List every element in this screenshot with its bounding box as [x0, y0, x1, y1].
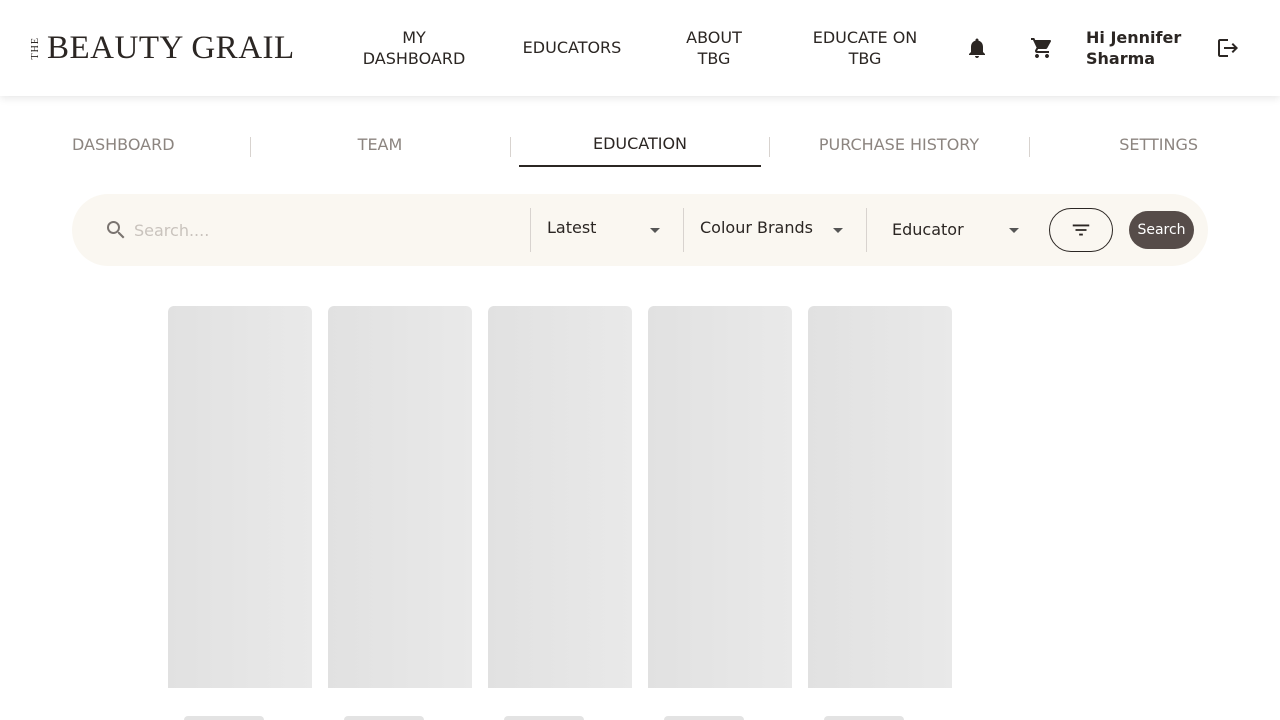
- nav-about-tbg[interactable]: ABOUT TBG: [674, 27, 754, 69]
- account-tabs: DASHBOARD TEAM EDUCATION PURCHASE HISTOR…: [0, 122, 1280, 172]
- tab-divider: [250, 137, 251, 157]
- sort-select[interactable]: Latest: [547, 218, 667, 237]
- search-input[interactable]: [134, 216, 514, 244]
- educator-select[interactable]: Educator: [892, 220, 1022, 239]
- site-header: THE BEAUTY GRAIL MY DASHBOARD EDUCATORS …: [0, 0, 1280, 96]
- tab-dashboard[interactable]: DASHBOARD: [72, 122, 175, 167]
- chevron-down-icon: [833, 228, 843, 233]
- filter-button[interactable]: [1049, 208, 1113, 252]
- nav-educate-on-tbg[interactable]: EDUCATE ON TBG: [800, 27, 930, 69]
- loading-card-skeleton: [328, 306, 472, 688]
- educator-select-value: Educator: [892, 220, 964, 239]
- loading-card-skeleton: [488, 306, 632, 688]
- loading-text-skeleton: [824, 716, 904, 720]
- loading-card-skeleton: [168, 306, 312, 688]
- tab-purchase-history[interactable]: PURCHASE HISTORY: [779, 122, 1019, 167]
- tab-education[interactable]: EDUCATION: [519, 122, 761, 167]
- search-icon: [104, 218, 128, 242]
- filter-divider: [530, 208, 531, 252]
- tab-divider: [769, 137, 770, 157]
- tab-divider: [1029, 137, 1030, 157]
- loading-text-skeleton: [504, 716, 584, 720]
- logo-prefix: THE: [30, 36, 41, 60]
- logout-icon[interactable]: [1216, 36, 1240, 60]
- sort-select-value: Latest: [547, 218, 597, 237]
- brands-select-value: Colour Brands: [700, 218, 813, 237]
- nav-my-dashboard[interactable]: MY DASHBOARD: [356, 27, 472, 69]
- filter-icon: [1072, 224, 1090, 236]
- brand-logo[interactable]: THE BEAUTY GRAIL: [30, 30, 295, 66]
- loading-text-skeleton: [664, 716, 744, 720]
- filter-divider: [683, 208, 684, 252]
- bell-icon[interactable]: [965, 36, 989, 60]
- filter-divider: [866, 208, 867, 252]
- user-greeting: Hi Jennifer Sharma: [1086, 28, 1182, 68]
- tab-divider: [510, 137, 511, 157]
- chevron-down-icon: [1009, 228, 1019, 233]
- tab-team[interactable]: TEAM: [260, 122, 500, 167]
- loading-card-skeleton: [648, 306, 792, 688]
- loading-card-skeleton: [808, 306, 952, 688]
- brands-select[interactable]: Colour Brands: [700, 218, 850, 237]
- loading-text-skeleton: [184, 716, 264, 720]
- tab-settings[interactable]: SETTINGS: [1100, 122, 1198, 167]
- chevron-down-icon: [650, 228, 660, 233]
- loading-text-skeleton: [344, 716, 424, 720]
- cart-icon[interactable]: [1030, 36, 1054, 60]
- search-button[interactable]: Search: [1129, 211, 1194, 249]
- nav-educators[interactable]: EDUCATORS: [510, 37, 634, 58]
- logo-text: BEAUTY GRAIL: [47, 30, 295, 66]
